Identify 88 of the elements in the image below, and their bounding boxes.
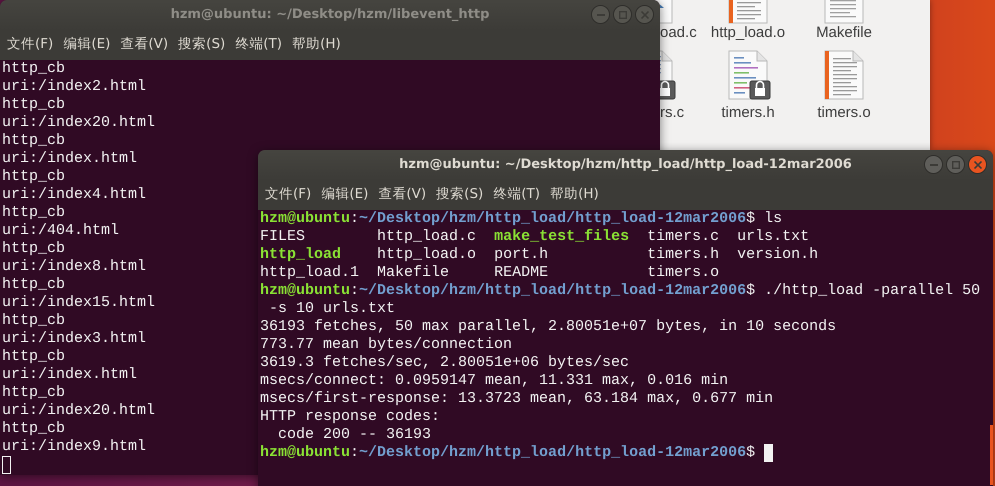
terminal-text: uri:/index20.html	[2, 402, 156, 420]
file-name: http_load.1	[260, 264, 360, 282]
terminal-text: uri:/404.html	[2, 222, 120, 240]
file-name: version.h	[737, 246, 818, 264]
file-name: http_load.o	[377, 246, 476, 264]
close-icon	[640, 10, 648, 18]
terminal-text: 773.77 mean bytes/connection	[260, 336, 512, 354]
file-name[interactable]: http_load.o	[710, 24, 786, 42]
terminal-text: uri:/index4.html	[2, 186, 146, 204]
file-name: urls.txt	[737, 228, 810, 246]
menu-item[interactable]: 搜索(S)	[431, 182, 488, 207]
terminal-text: uri:/index9.html	[2, 438, 146, 456]
terminal-text: msecs/connect: 0.0959147 mean, 11.331 max, 0.016 min	[260, 372, 728, 390]
terminal-text: msecs/first-response: 13.3723 mean, 63.184 max, 0.677 min	[260, 390, 774, 408]
prompt-path: ~/Desktop/hzm/http_load/http_load-12mar2006	[359, 444, 746, 462]
file-name[interactable]: rs.c	[660, 104, 684, 122]
menu-item[interactable]: 文件(F)	[2, 32, 58, 57]
menu-item[interactable]: 编辑(E)	[316, 182, 374, 207]
minimize-button[interactable]	[924, 155, 943, 174]
close-button[interactable]	[635, 5, 654, 24]
terminal-text: -s 10 urls.txt	[268, 300, 396, 318]
terminal-text: http_cb	[2, 96, 66, 114]
terminal-text: HTTP response codes:	[260, 408, 440, 426]
minimize-button[interactable]	[591, 5, 610, 24]
terminal-text: uri:/index15.html	[2, 294, 156, 312]
file-name: timers.h	[647, 246, 720, 264]
terminal-text: $	[746, 444, 756, 462]
window-title: hzm@ubuntu: ~/Desktop/hzm/libevent_http	[170, 6, 490, 24]
terminal-text: http_cb	[2, 60, 66, 78]
maximize-button[interactable]	[613, 5, 632, 24]
file-name: FILES	[260, 228, 306, 246]
file-name: http_load.c	[377, 228, 476, 246]
file-name: port.h	[494, 246, 550, 264]
file-name[interactable]: timers.o	[817, 104, 871, 122]
prompt-path: ~/Desktop/hzm/http_load/http_load-12mar2006	[359, 282, 746, 300]
window-title: hzm@ubuntu: ~/Desktop/hzm/http_load/http_load-12mar2006	[399, 156, 852, 174]
terminal-text: $ ./http_load -parallel 50	[746, 282, 980, 300]
file-name: http_load	[260, 246, 342, 264]
terminal-text: uri:/index2.html	[2, 78, 146, 96]
file-name: README	[494, 264, 550, 282]
file-name[interactable]: timers.h	[721, 104, 775, 122]
scrollbar[interactable]	[990, 425, 993, 485]
terminal-text: uri:/index8.html	[2, 258, 146, 276]
file-name: timers.c	[647, 228, 720, 246]
menu-item[interactable]: 搜索(S)	[173, 32, 230, 57]
menu-item[interactable]: 查看(V)	[373, 182, 432, 207]
terminal-text: 36193 fetches, 50 max parallel, 2.80051e+07 bytes, in 10 seconds	[260, 318, 836, 336]
close-icon	[974, 160, 982, 168]
close-button[interactable]	[968, 155, 987, 174]
menu-item[interactable]: 查看(V)	[115, 32, 174, 57]
terminal-text: :	[350, 444, 360, 462]
file-name: Makefile	[377, 264, 450, 282]
maximize-button[interactable]	[946, 155, 965, 174]
terminal-text: 3619.3 fetches/sec, 2.80051e+06 bytes/sec	[260, 354, 630, 372]
terminal-text: http_cb	[2, 168, 66, 186]
terminal-text: code 200 -- 36193	[277, 426, 432, 444]
maximize-icon	[952, 160, 960, 168]
terminal-text: http_cb	[2, 384, 66, 402]
menu-item[interactable]: 终端(T)	[488, 182, 546, 207]
file-name: make_test_files	[494, 228, 630, 246]
terminal-text: http_cb	[2, 132, 66, 150]
terminal-text: uri:/index20.html	[2, 114, 156, 132]
terminal-text: http_cb	[2, 204, 66, 222]
terminal-text: http_cb	[2, 240, 66, 258]
prompt-user: hzm@ubuntu	[260, 282, 350, 300]
prompt-user: hzm@ubuntu	[260, 210, 350, 228]
terminal-text: http_cb	[2, 312, 66, 330]
prompt-path: ~/Desktop/hzm/http_load/http_load-12mar2006	[359, 210, 746, 228]
terminal-text: uri:/index3.html	[2, 330, 146, 348]
terminal-text: :	[350, 210, 360, 228]
menu-item[interactable]: 文件(F)	[260, 182, 316, 207]
terminal-text: uri:/index.html	[2, 150, 138, 168]
maximize-icon	[618, 10, 626, 18]
terminal-text: http_cb	[2, 276, 66, 294]
terminal-text: http_cb	[2, 420, 66, 438]
menu-item[interactable]: 终端(T)	[230, 32, 288, 57]
menu-item[interactable]: 帮助(H)	[287, 32, 346, 57]
prompt-user: hzm@ubuntu	[260, 444, 350, 462]
file-name[interactable]: oad.c	[660, 24, 697, 42]
minimize-icon	[930, 164, 938, 166]
terminal-text: :	[350, 282, 360, 300]
terminal-text: uri:/index.html	[2, 366, 138, 384]
terminal-text: http_cb	[2, 348, 66, 366]
menu-item[interactable]: 帮助(H)	[545, 182, 604, 207]
menu-item[interactable]: 编辑(E)	[58, 32, 116, 57]
file-name[interactable]: Makefile	[816, 24, 872, 42]
file-name: timers.o	[647, 264, 720, 282]
terminal-text: $ ls	[746, 210, 782, 228]
